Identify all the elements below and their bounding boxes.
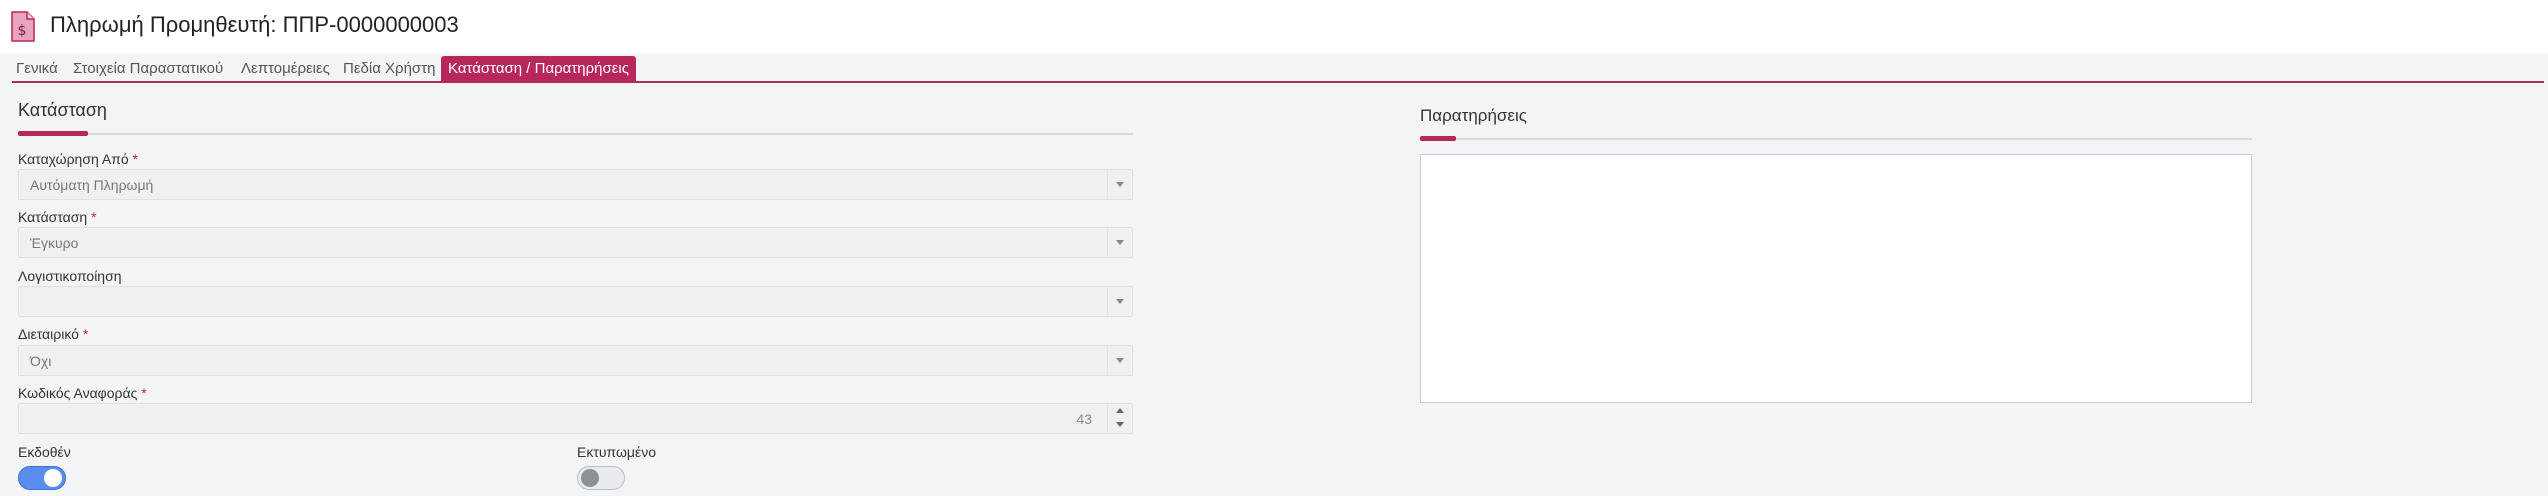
chevron-down-icon[interactable] — [1107, 170, 1132, 199]
section-divider — [18, 133, 1133, 135]
tab-status-notes[interactable]: Κατάσταση / Παρατηρήσεις — [441, 56, 636, 82]
status-value: Έγκυρο — [30, 235, 79, 251]
accounting-select[interactable] — [18, 286, 1133, 317]
intercompany-select[interactable]: Όχι — [18, 345, 1133, 376]
section-accent — [18, 131, 88, 136]
reference-code-label: Κωδικός Αναφοράς * — [18, 385, 147, 401]
notes-textarea[interactable] — [1420, 154, 2252, 403]
registered-by-value: Αυτόματη Πληρωμή — [30, 177, 154, 193]
status-label: Κατάσταση * — [18, 209, 97, 225]
chevron-down-icon[interactable] — [1107, 228, 1132, 257]
intercompany-value: Όχι — [30, 353, 52, 369]
section-accent — [1420, 136, 1456, 141]
tab-document-details[interactable]: Στοιχεία Παραστατικού — [73, 56, 223, 82]
reference-code-input[interactable]: 43 — [18, 403, 1133, 434]
registered-by-select[interactable]: Αυτόματη Πληρωμή — [18, 169, 1133, 200]
toggle-knob — [581, 469, 599, 487]
registered-by-label: Καταχώρηση Από * — [18, 151, 139, 167]
number-spinner[interactable] — [1107, 404, 1132, 433]
chevron-down-icon[interactable] — [1107, 287, 1132, 316]
tab-divider — [12, 81, 2544, 83]
intercompany-label: Διεταιρικό * — [18, 326, 89, 342]
toggle-knob — [44, 469, 62, 487]
tab-general[interactable]: Γενικά — [16, 56, 58, 82]
section-title-notes: Παρατηρήσεις — [1420, 106, 1527, 125]
reference-code-value: 43 — [1076, 411, 1092, 427]
spinner-up-icon[interactable] — [1116, 408, 1124, 413]
invoice-dollar-icon: $ — [11, 11, 35, 42]
tab-user-fields[interactable]: Πεδία Χρήστη — [343, 56, 435, 82]
svg-text:$: $ — [18, 23, 27, 39]
page-title: Πληρωμή Προμηθευτή: ΠΠΡ-0000000003 — [50, 12, 459, 37]
tab-details[interactable]: Λεπτομέρειες — [241, 56, 330, 82]
section-divider — [1420, 138, 2252, 140]
printed-label: Εκτυπωμένο — [577, 444, 657, 460]
printed-toggle[interactable] — [577, 466, 625, 490]
page-header: $ Πληρωμή Προμηθευτή: ΠΠΡ-0000000003 — [0, 0, 2548, 54]
accounting-label: Λογιστικοποίηση — [18, 268, 122, 284]
spinner-down-icon[interactable] — [1116, 422, 1124, 427]
section-title-status: Κατάσταση — [18, 100, 107, 120]
chevron-down-icon[interactable] — [1107, 346, 1132, 375]
issued-label: Εκδοθέν — [18, 444, 71, 460]
status-select[interactable]: Έγκυρο — [18, 227, 1133, 258]
issued-toggle[interactable] — [18, 466, 66, 490]
